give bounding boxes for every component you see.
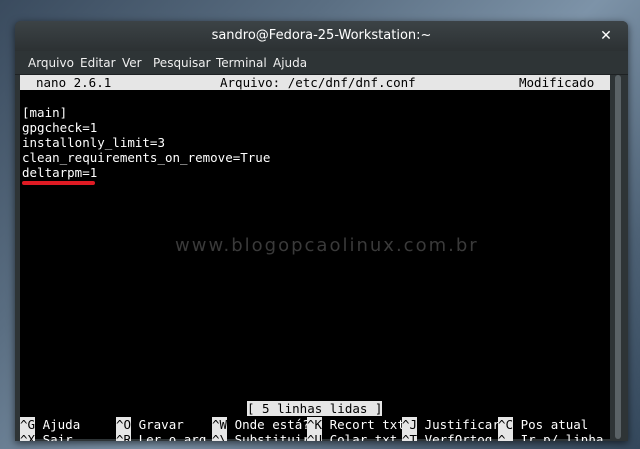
menu-terminal[interactable]: Terminal bbox=[216, 51, 267, 75]
menu-arquivo[interactable]: Arquivo bbox=[28, 51, 74, 75]
shortcut-exit: ^X Sair bbox=[20, 432, 73, 441]
shortcut-where-is: ^W Onde está? bbox=[212, 417, 310, 432]
window-title: sandro@Fedora-25-Workstation:~ bbox=[211, 28, 432, 43]
file-line: gpgcheck=1 bbox=[22, 120, 98, 135]
shortcut-replace: ^\ Substituir bbox=[212, 432, 310, 441]
shortcut-help: ^G Ajuda bbox=[20, 417, 81, 432]
file-line: [main] bbox=[22, 105, 68, 120]
menu-editar[interactable]: Editar bbox=[80, 51, 116, 75]
nano-status-message: [ 5 linhas lidas ] bbox=[247, 401, 383, 416]
window-titlebar[interactable]: sandro@Fedora-25-Workstation:~ ✕ bbox=[15, 21, 628, 51]
shortcut-uncut-text: ^U Colar txt bbox=[307, 432, 397, 441]
scrollbar-thumb[interactable] bbox=[615, 75, 621, 439]
nano-modified-status: Modificado bbox=[519, 75, 595, 90]
file-line: installonly_limit=3 bbox=[22, 135, 165, 150]
menu-pesquisar[interactable]: Pesquisar bbox=[153, 51, 211, 75]
file-line-deltarpm: deltarpm=1 bbox=[22, 165, 98, 180]
shortcut-cur-pos: ^C Pos atual bbox=[498, 417, 589, 432]
nano-filename: Arquivo: /etc/dnf/dnf.conf bbox=[220, 75, 416, 90]
shortcut-to-spell: ^T VerfOrtog bbox=[402, 432, 492, 441]
shortcut-cut-text: ^K Recort txt bbox=[307, 417, 405, 432]
menubar: Arquivo Editar Ver Pesquisar Terminal Aj… bbox=[15, 51, 628, 75]
menu-ajuda[interactable]: Ajuda bbox=[273, 51, 307, 75]
scrollbar[interactable] bbox=[612, 75, 624, 439]
terminal-window: sandro@Fedora-25-Workstation:~ ✕ Arquivo… bbox=[15, 21, 628, 441]
nano-header: nano 2.6.1 Arquivo: /etc/dnf/dnf.conf Mo… bbox=[20, 75, 610, 90]
shortcut-justify: ^J Justificar bbox=[402, 417, 500, 432]
terminal-area[interactable]: nano 2.6.1 Arquivo: /etc/dnf/dnf.conf Mo… bbox=[20, 75, 610, 441]
watermark: www.blogopcaolinux.com.br bbox=[175, 235, 479, 256]
nano-version: nano 2.6.1 bbox=[36, 75, 112, 90]
file-line: clean_requirements_on_remove=True bbox=[22, 150, 271, 165]
shortcut-go-to-line: ^_ Ir p/ linha bbox=[498, 432, 603, 441]
menu-ver[interactable]: Ver bbox=[122, 51, 142, 75]
highlight-underline bbox=[22, 181, 95, 185]
shortcut-save: ^O Gravar bbox=[116, 417, 184, 432]
shortcut-read-file: ^R Ler o arq bbox=[116, 432, 206, 441]
close-icon[interactable]: ✕ bbox=[598, 28, 614, 44]
